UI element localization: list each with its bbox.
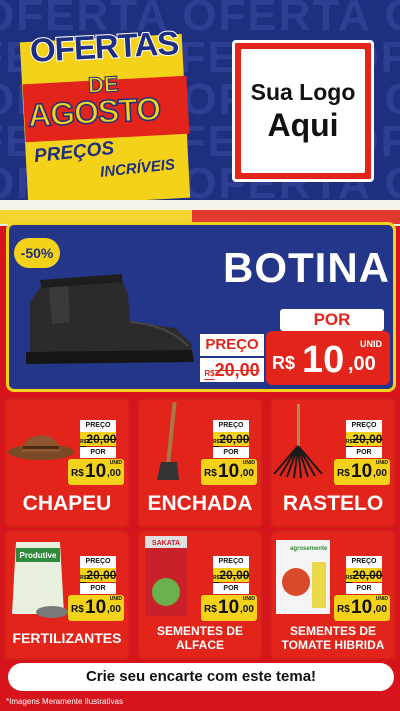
price-tag-por: POR: [213, 447, 249, 458]
price-tag-new: R$ 10,00 UNID: [334, 459, 390, 485]
product-card-enchada[interactable]: PREÇO R$20,00 POR R$ 10,00 UNID ENCHADA: [137, 398, 263, 528]
price-tag-new: R$ 10,00 UNID: [201, 595, 257, 621]
price-tag: PREÇO R$20,00 POR R$ 10,00 UNID: [334, 420, 390, 485]
price-tag: PREÇO R$20,00 POR R$ 10,00 UNID: [201, 420, 257, 485]
tomato-seed-pack-image: agrosemente: [276, 540, 330, 614]
price-tag-old: R$20,00: [346, 432, 383, 446]
price-tag: PREÇO R$20,00 POR R$ 10,00 UNID: [201, 556, 257, 621]
product-card-fertilizantes[interactable]: Produtive PREÇO R$20,00 POR R$ 10,00 UNID …: [4, 530, 130, 660]
logo-text-line1: Sua Logo: [250, 79, 356, 105]
price-tag-preco: PREÇO: [213, 420, 249, 432]
logo-placeholder[interactable]: Sua Logo Aqui: [232, 40, 374, 182]
price-tag-preco: PREÇO: [80, 556, 116, 568]
title-agosto: AGOSTO: [26, 90, 161, 134]
product-name: FERTILIZANTES: [12, 630, 122, 646]
hero-new-price: UNID R$ 10 ,00: [266, 331, 390, 385]
price-tag: PREÇO R$20,00 POR R$ 10,00 UNID: [68, 420, 124, 485]
price-tag: PREÇO R$20,00 POR R$ 10,00 UNID: [334, 556, 390, 621]
price-tag-por: POR: [80, 447, 116, 458]
hero-currency: R$: [272, 353, 296, 373]
price-tag-new: R$ 10,00 UNID: [201, 459, 257, 485]
header-banner: OFERTA OFERTA OFERTA OFERTA OFERTA OFERT…: [0, 0, 400, 216]
svg-text:agrosemente: agrosemente: [290, 546, 328, 552]
logo-placeholder-inner: Sua Logo Aqui: [241, 49, 365, 173]
hero-product-name: BOTINA: [223, 244, 390, 291]
boot-image: [26, 274, 194, 364]
price-tag-old: R$20,00: [80, 568, 117, 582]
rake-image: [273, 404, 323, 479]
price-tag-new: R$ 10,00 UNID: [68, 595, 124, 621]
svg-text:SAKATA: SAKATA: [152, 540, 180, 547]
hero-unit-label: UNID: [360, 339, 382, 349]
price-tag-por: POR: [213, 583, 249, 594]
hero-price-cents: ,00: [348, 353, 376, 375]
price-tag-preco: PREÇO: [346, 420, 382, 432]
product-card-chapeu[interactable]: PREÇO R$20,00 POR R$ 10,00 UNID CHAPEU: [4, 398, 130, 528]
price-tag-old: R$20,00: [213, 432, 250, 446]
lettuce-seed-pack-image: SAKATA: [145, 536, 187, 616]
product-card-sementes-alface[interactable]: SAKATA PREÇO R$20,00 POR R$ 10,00 UNID SEM…: [137, 530, 263, 660]
product-name: RASTELO: [282, 492, 384, 515]
product-card-rastelo[interactable]: PREÇO R$20,00 POR R$ 10,00 UNID RASTELO: [270, 398, 396, 528]
cta-button[interactable]: Crie seu encarte com este tema!: [8, 663, 394, 691]
price-tag-por: POR: [346, 583, 382, 594]
hero-preco-label: PREÇO: [200, 334, 264, 356]
fertilizer-bag-image: Produtive: [12, 542, 68, 618]
price-tag: PREÇO R$20,00 POR R$ 10,00 UNID: [68, 556, 124, 621]
hoe-image: [157, 401, 179, 480]
price-tag-preco: PREÇO: [80, 420, 116, 432]
svg-text:Produtive: Produtive: [20, 551, 57, 560]
price-tag-preco: PREÇO: [346, 556, 382, 568]
price-tag-por: POR: [80, 583, 116, 594]
footnote: *Imagens Meramente Ilustrativas: [6, 697, 123, 706]
price-tag-preco: PREÇO: [213, 556, 249, 568]
hero-old-price: R$20,00: [200, 358, 264, 382]
discount-badge: -50%: [14, 238, 60, 268]
title-card: OFERTAS DE AGOSTO PREÇOS INCRÍVEIS: [19, 22, 191, 207]
price-tag-old: R$20,00: [213, 568, 250, 582]
price-tag-old: R$20,00: [80, 432, 117, 446]
hat-image: [8, 435, 74, 460]
product-name: SEMENTES DE TOMATE HIBRIDA: [281, 624, 385, 652]
product-name: CHAPEU: [22, 492, 112, 515]
product-name: SEMENTES DE ALFACE: [156, 624, 243, 652]
price-tag-new: R$ 10,00 UNID: [334, 595, 390, 621]
price-tag-new: R$ 10,00 UNID: [68, 459, 124, 485]
product-card-sementes-tomate[interactable]: agrosemente PREÇO R$20,00 POR R$ 10,00 UNI…: [270, 530, 396, 660]
product-name: ENCHADA: [147, 492, 253, 515]
hero-por-label: POR: [280, 309, 384, 331]
hero-price-int: 10: [302, 339, 345, 381]
title-ofertas: OFERTAS: [28, 23, 180, 70]
price-tag-por: POR: [346, 447, 382, 458]
logo-text-line2: Aqui: [267, 107, 339, 143]
price-tag-old: R$20,00: [346, 568, 383, 582]
